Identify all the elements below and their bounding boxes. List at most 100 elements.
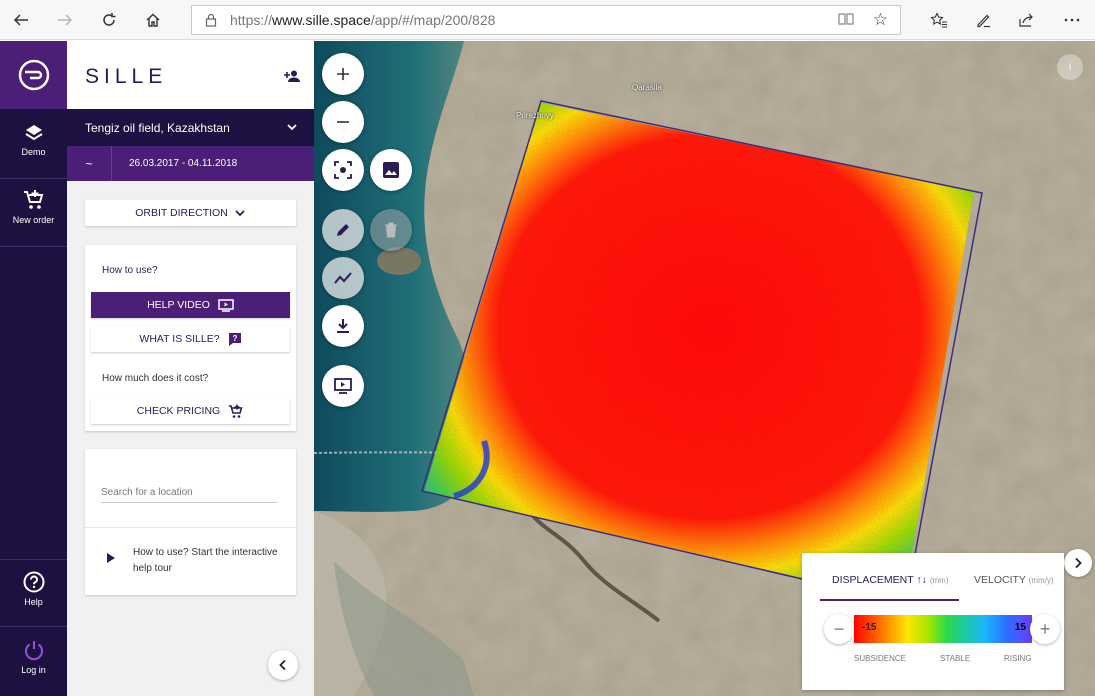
sille-logo[interactable] <box>0 41 67 109</box>
location-search-input[interactable] <box>101 483 277 503</box>
add-user-button[interactable] <box>284 69 300 87</box>
orbit-direction-button[interactable]: ORBIT DIRECTION <box>85 200 296 226</box>
chevron-right-icon <box>1075 557 1082 569</box>
expand-legend-button[interactable] <box>1064 549 1092 577</box>
date-range-row[interactable]: ~ 26.03.2017 - 04.11.2018 <box>67 146 314 181</box>
reading-view-icon[interactable] <box>838 12 854 30</box>
help-video-button[interactable]: HELP VIDEO <box>91 292 290 318</box>
address-bar[interactable]: https://www.sille.space/app/#/map/200/82… <box>191 5 901 35</box>
zoom-out-button[interactable] <box>322 101 364 143</box>
zoom-in-button[interactable] <box>322 53 364 95</box>
arrow-right-icon <box>58 14 73 26</box>
caption-rising: RISING <box>1004 654 1032 663</box>
rail-item-help[interactable]: Help <box>0 571 67 607</box>
rail-item-label: Demo <box>21 147 46 157</box>
map-label-prorva: Prirezhnyy <box>516 111 554 120</box>
tab-velocity-unit: (mm/y) <box>1028 576 1054 585</box>
share-icon <box>1019 13 1033 27</box>
basemap-button[interactable] <box>370 149 412 191</box>
project-name: Tengiz oil field, Kazakhstan <box>85 121 230 135</box>
url-text: https://www.sille.space/app/#/map/200/82… <box>230 12 496 28</box>
more-button[interactable] <box>1059 8 1085 32</box>
rail-item-demo[interactable]: Demo <box>0 123 67 157</box>
help-video-label: HELP VIDEO <box>147 299 210 311</box>
chevron-down-icon <box>287 124 297 131</box>
rail-item-label: Help <box>24 597 43 607</box>
plus-icon <box>337 68 349 80</box>
date-mode-toggle[interactable]: ~ <box>67 146 112 181</box>
rail-item-login[interactable]: Log in <box>0 639 67 675</box>
download-button[interactable] <box>322 305 364 347</box>
what-is-sille-label: WHAT IS SILLE? <box>139 333 220 345</box>
caption-stable: STABLE <box>940 654 971 663</box>
help-card: How to use? HELP VIDEO WHAT IS SILLE? ? … <box>85 245 296 431</box>
home-button[interactable] <box>140 8 166 32</box>
chart-button[interactable] <box>322 257 364 299</box>
share-button[interactable] <box>1013 8 1039 32</box>
minus-icon <box>337 121 349 123</box>
browser-toolbar: https://www.sille.space/app/#/map/200/82… <box>0 0 1095 40</box>
map-info-button[interactable]: i <box>1057 54 1083 80</box>
caption-subsidence: SUBSIDENCE <box>854 654 907 663</box>
pencil-icon <box>337 224 349 236</box>
scale-decrease-button[interactable]: − <box>824 614 854 644</box>
forward-button[interactable] <box>52 8 78 32</box>
search-card: How to use? Start the interactive help t… <box>85 449 296 595</box>
color-ramp: -15 15 <box>854 615 1032 643</box>
scale-increase-button[interactable]: + <box>1030 614 1060 644</box>
rail-divider <box>0 178 67 179</box>
arrow-left-icon <box>13 14 28 26</box>
color-scale: − -15 15 + <box>822 614 1060 644</box>
rail-item-label: Log in <box>21 665 46 675</box>
image-icon <box>383 162 399 178</box>
app-rail: Demo New order Help Log in <box>0 41 67 696</box>
add-user-icon <box>284 70 300 82</box>
refresh-button[interactable] <box>96 8 122 32</box>
rail-item-new-order[interactable]: New order <box>0 189 67 225</box>
center-focus-icon <box>334 161 352 179</box>
collapse-panel-button[interactable] <box>268 650 298 680</box>
check-pricing-label: CHECK PRICING <box>136 405 221 417</box>
play-icon <box>107 553 115 563</box>
favorites-button[interactable] <box>926 8 952 32</box>
what-is-sille-button[interactable]: WHAT IS SILLE? ? <box>91 326 290 352</box>
help-tour-text: How to use? Start the interactive help t… <box>133 547 278 574</box>
download-icon <box>337 319 349 333</box>
brand-title: SILLE <box>85 65 168 88</box>
legend-panel: DISPLACEMENT ↑↓ (mm) VELOCITY (mm/y) − -… <box>802 553 1064 690</box>
pen-icon <box>977 14 990 28</box>
map-label-karamola: Qarasila <box>632 83 662 92</box>
notes-button[interactable] <box>970 8 996 32</box>
question-box-icon: ? <box>228 333 241 346</box>
cost-label: How much does it cost? <box>102 373 209 384</box>
panel-header: SILLE <box>67 41 314 109</box>
fit-bounds-button[interactable] <box>322 149 364 191</box>
date-range: 26.03.2017 - 04.11.2018 <box>129 158 238 169</box>
rail-divider <box>0 559 67 560</box>
line-chart-icon <box>334 272 352 284</box>
rail-divider <box>0 246 67 247</box>
sille-logo-icon <box>18 59 49 91</box>
tab-displacement-label: DISPLACEMENT ↑↓ <box>832 574 927 586</box>
scale-max-value: 15 <box>1014 622 1026 633</box>
scale-min-value: -15 <box>862 622 877 633</box>
layers-icon <box>24 125 43 141</box>
favorite-star-icon[interactable]: ☆ <box>873 10 888 30</box>
tab-displacement-unit: (mm) <box>929 576 949 585</box>
tab-displacement[interactable]: DISPLACEMENT ↑↓ (mm) <box>832 574 949 586</box>
video-button[interactable] <box>322 365 364 407</box>
home-icon <box>146 13 160 27</box>
orbit-direction-label: ORBIT DIRECTION <box>135 207 228 219</box>
side-panel: SILLE Tengiz oil field, Kazakhstan ~ 26.… <box>67 41 314 696</box>
back-button[interactable] <box>8 8 34 32</box>
map-view[interactable]: Qarasila Prirezhnyy i DISPLACEMENT ↑↓ (m… <box>314 41 1095 696</box>
tab-velocity[interactable]: VELOCITY (mm/y) <box>974 574 1054 586</box>
draw-button[interactable] <box>322 209 364 251</box>
refresh-icon <box>103 13 116 26</box>
svg-text:?: ? <box>232 334 237 343</box>
check-pricing-button[interactable]: CHECK PRICING <box>91 398 290 424</box>
video-screen-icon <box>218 298 234 312</box>
tab-velocity-label: VELOCITY <box>974 574 1026 586</box>
project-selector[interactable]: Tengiz oil field, Kazakhstan <box>67 109 314 146</box>
delete-button[interactable] <box>370 209 412 251</box>
